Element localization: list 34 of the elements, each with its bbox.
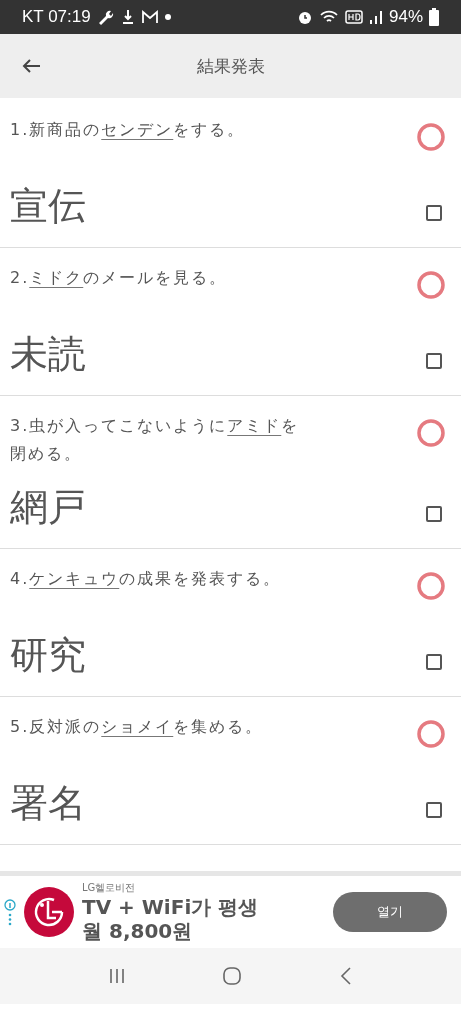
signal-icon [368,10,383,24]
hd-icon [344,10,363,24]
question-text: 5.反対派の ショメイ を集める。 [10,716,265,738]
status-time: KT 07:19 [22,7,91,27]
battery-icon [429,8,439,26]
back-icon[interactable] [338,966,353,986]
alarm-icon [296,9,313,25]
question-text: 1.新商品のセンデン をする。 [10,119,247,141]
checkbox[interactable] [426,205,442,221]
info-icon [4,898,16,926]
recent-apps-icon[interactable] [108,967,127,985]
page-title: 結果発表 [196,54,265,78]
answer-text: 署名 [10,780,86,827]
checkbox[interactable] [426,802,442,818]
home-icon[interactable] [222,966,243,986]
advertiser-name: LG헬로비전 [82,881,137,895]
ad-headline: TV + WiFi가 평생 월 8,800원 [82,895,260,943]
answer-text: 宣伝 [10,183,86,230]
answer-text: 研究 [10,632,86,679]
checkbox[interactable] [426,506,442,522]
answer-text: 未読 [10,331,86,378]
mail-icon [140,10,159,24]
question-text: 2.ミドクのメールを見る。 [10,267,229,289]
question-text: 4.ケンキュウの成果を発表する。 [10,568,283,590]
answer-text: 網戸 [10,484,86,531]
checkbox[interactable] [426,654,442,670]
dot-icon [164,14,171,20]
question-text: 3.虫が入ってこないように アミド を閉める。 [10,415,301,465]
wifi-icon [318,9,339,25]
battery-percent: 94% [388,7,423,27]
download-icon [120,9,135,25]
logo-icon [24,887,74,937]
open-button[interactable]: 열기 [333,892,447,932]
checkbox[interactable] [426,353,442,369]
